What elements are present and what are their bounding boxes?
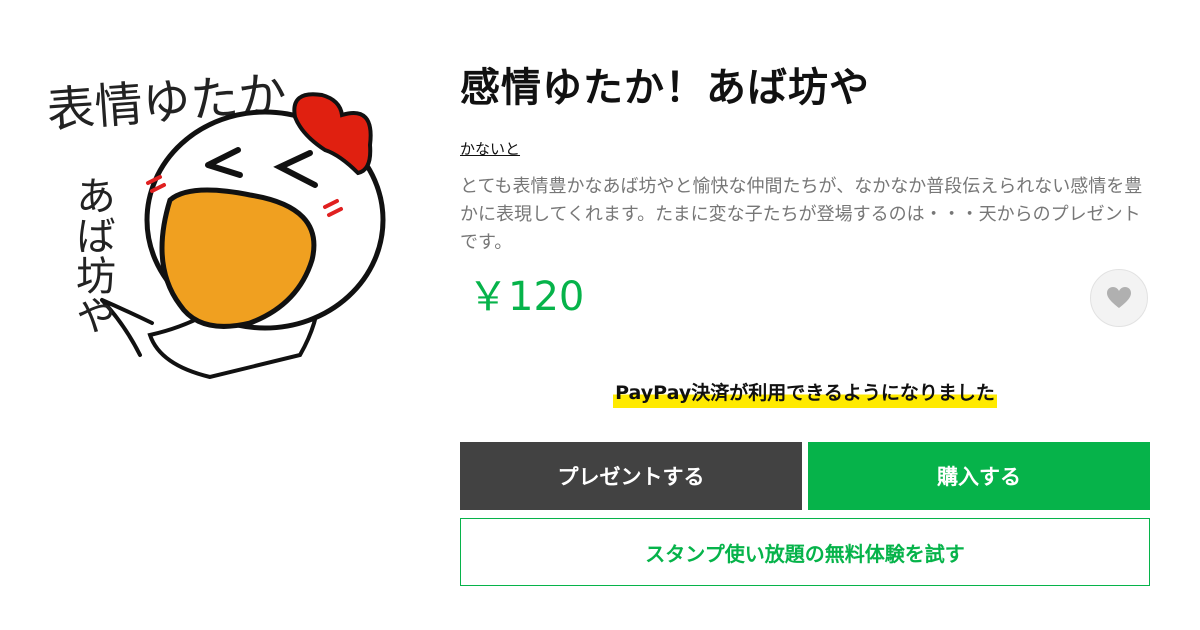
free-trial-button[interactable]: スタンプ使い放題の無料体験を試す [460, 518, 1150, 586]
paypay-notice: PayPay決済が利用できるようになりました [460, 378, 1150, 408]
action-buttons: プレゼントする 購入する [460, 442, 1150, 510]
product-description: とても表情豊かなあば坊やと愉快な仲間たちが、なかなか普段伝えられない感情を豊かに… [460, 176, 1143, 253]
author-link[interactable]: かないと [460, 138, 520, 159]
price-row: ￥120 [460, 269, 1150, 335]
paypay-notice-text: PayPay決済が利用できるようになりました [613, 378, 997, 408]
mascot-illustration: 表情ゆたか あば坊や [45, 66, 386, 380]
heart-icon [1107, 287, 1131, 308]
product-title: 感情ゆたか！あば坊や [460, 65, 870, 111]
buy-button[interactable]: 購入する [808, 442, 1150, 510]
present-button[interactable]: プレゼントする [460, 442, 802, 510]
favorite-button[interactable] [1090, 269, 1148, 327]
product-info: 感情ゆたか！あば坊や かないと とても表情豊かなあば坊やと愉快な仲間たちが、なか… [460, 60, 1150, 335]
lettering-side: あば坊や [69, 175, 115, 335]
sticker-main-image: 表情ゆたか あば坊や [40, 55, 410, 395]
product-price: ￥120 [468, 274, 585, 320]
